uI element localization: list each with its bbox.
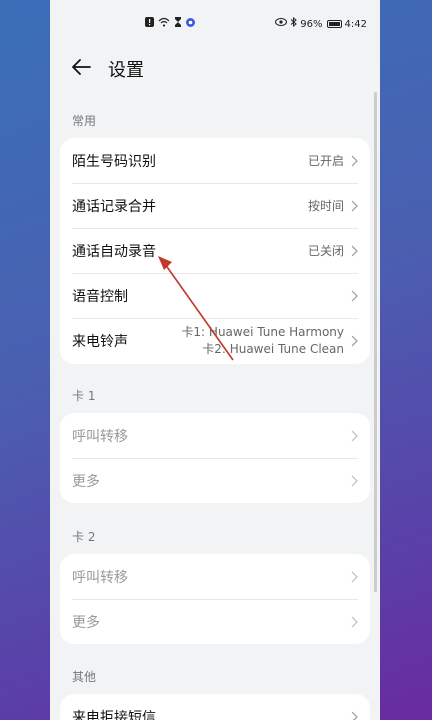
- row-stranger-number-id[interactable]: 陌生号码识别 已开启: [60, 138, 370, 183]
- battery-percent: 96%: [300, 18, 323, 30]
- ringtone-sim1: 卡1: Huawei Tune Harmony: [181, 325, 344, 339]
- wifi-icon: [158, 17, 170, 31]
- card-common: 陌生号码识别 已开启 通话记录合并 按时间 通话自动录音 已关闭 语音控制 来电…: [60, 138, 370, 364]
- status-left-icons: [145, 17, 195, 31]
- status-right-icons: 96% 4:42: [275, 16, 367, 31]
- row-call-log-merge[interactable]: 通话记录合并 按时间: [60, 183, 370, 228]
- row-sim2-call-forwarding[interactable]: 呼叫转移: [60, 554, 370, 599]
- row-value: 按时间: [307, 199, 344, 213]
- chevron-right-icon: [351, 475, 358, 486]
- row-label: 来电拒接短信: [72, 709, 156, 720]
- row-label: 语音控制: [72, 288, 128, 305]
- page-title: 设置: [108, 60, 144, 81]
- card-sim1: 呼叫转移 更多: [60, 413, 370, 503]
- section-label-sim2: 卡 2: [72, 530, 96, 544]
- app-notification-icon: [186, 17, 195, 31]
- chevron-right-icon: [351, 571, 358, 582]
- section-label-sim1: 卡 1: [72, 389, 96, 403]
- row-label: 更多: [72, 614, 100, 631]
- card-other: 来电拒接短信: [60, 694, 370, 720]
- chevron-right-icon: [351, 430, 358, 441]
- section-label-other: 其他: [72, 670, 97, 684]
- row-value: 已开启: [307, 154, 344, 168]
- chevron-right-icon: [351, 290, 358, 301]
- row-label: 陌生号码识别: [72, 153, 156, 170]
- bluetooth-icon: [290, 16, 298, 31]
- row-sim1-more[interactable]: 更多: [60, 458, 370, 503]
- row-sim1-call-forwarding[interactable]: 呼叫转移: [60, 413, 370, 458]
- back-arrow-icon[interactable]: [70, 56, 92, 78]
- row-label: 呼叫转移: [72, 428, 128, 445]
- scrollbar[interactable]: [374, 92, 377, 592]
- card-sim2: 呼叫转移 更多: [60, 554, 370, 644]
- row-auto-call-recording[interactable]: 通话自动录音 已关闭: [60, 228, 370, 273]
- chevron-right-icon: [351, 335, 358, 347]
- row-label: 来电铃声: [72, 334, 128, 350]
- row-sim2-more[interactable]: 更多: [60, 599, 370, 644]
- clock: 4:42: [344, 18, 367, 30]
- row-label: 通话自动录音: [72, 243, 156, 260]
- chevron-right-icon: [351, 711, 358, 720]
- row-reject-sms[interactable]: 来电拒接短信: [60, 694, 370, 720]
- chevron-right-icon: [351, 616, 358, 627]
- chevron-right-icon: [351, 200, 358, 211]
- row-label: 更多: [72, 473, 100, 490]
- row-label: 呼叫转移: [72, 569, 128, 586]
- hourglass-icon: [174, 17, 182, 31]
- row-value: 已关闭: [307, 244, 344, 258]
- section-label-common: 常用: [72, 114, 97, 128]
- battery-icon: [326, 20, 342, 28]
- phone-screen: 96% 4:42 设置 常用 陌生号码识别 已开启 通话记录合并 按时间 通话自…: [50, 0, 380, 720]
- alert-icon: [145, 17, 154, 31]
- status-bar: 96% 4:42: [50, 0, 380, 46]
- row-ringtone[interactable]: 来电铃声 卡1: Huawei Tune Harmony 卡2: Huawei …: [60, 318, 370, 364]
- chevron-right-icon: [351, 245, 358, 256]
- row-value-ringtones: 卡1: Huawei Tune Harmony 卡2: Huawei Tune …: [181, 324, 344, 358]
- row-label: 通话记录合并: [72, 198, 156, 215]
- ringtone-sim2: 卡2: Huawei Tune Clean: [202, 342, 344, 356]
- chevron-right-icon: [351, 155, 358, 166]
- eye-icon: [275, 18, 288, 30]
- row-voice-control[interactable]: 语音控制: [60, 273, 370, 318]
- header: 设置: [50, 46, 380, 90]
